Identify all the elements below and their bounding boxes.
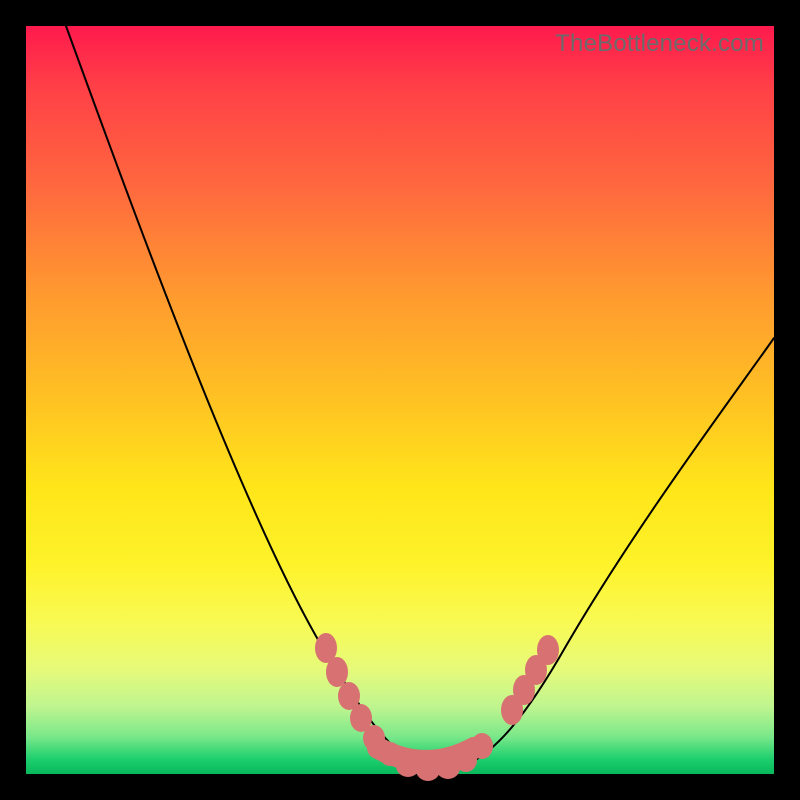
chart-frame: TheBottleneck.com xyxy=(0,0,800,800)
beads-right xyxy=(455,635,559,772)
chart-plot-area: TheBottleneck.com xyxy=(26,26,774,774)
beads-left xyxy=(315,633,401,766)
chart-svg xyxy=(26,26,774,774)
bottleneck-curve xyxy=(66,26,774,771)
